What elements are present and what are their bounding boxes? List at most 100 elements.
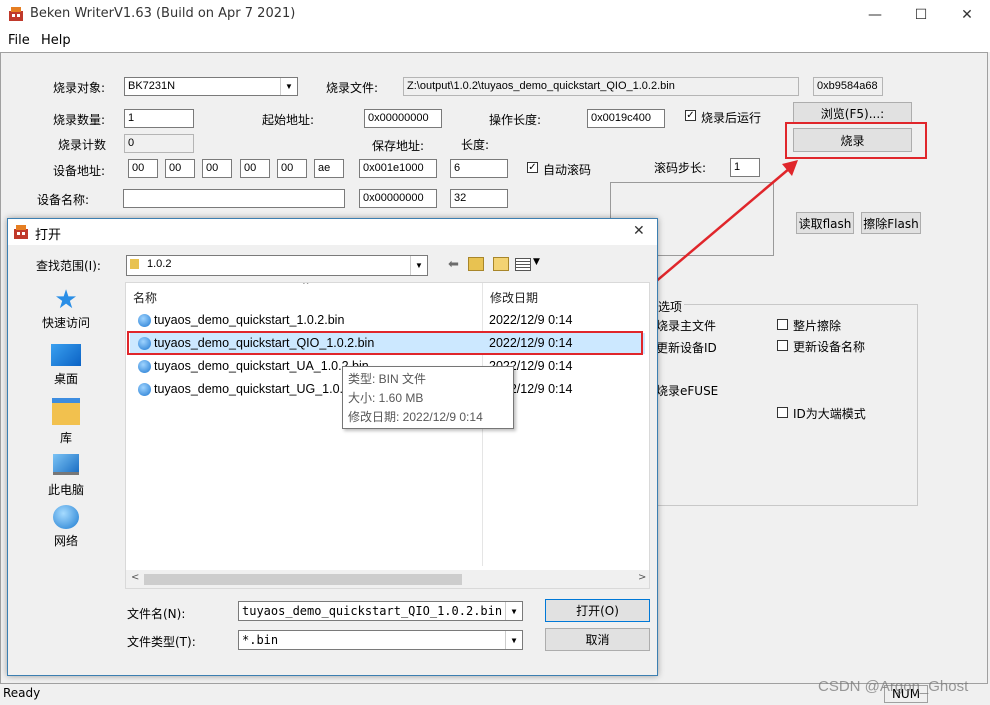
scrollbar-thumb[interactable]: [144, 574, 462, 585]
view-menu-icon[interactable]: [515, 258, 531, 271]
place-network[interactable]: 网络: [25, 503, 107, 549]
chevron-down-icon[interactable]: ▼: [533, 257, 540, 267]
star-icon: ★: [54, 285, 78, 315]
mac-byte-4[interactable]: 00: [240, 159, 270, 178]
run-after-label: 烧录后运行: [701, 111, 762, 125]
device-addr-input[interactable]: 0x001e1000: [359, 159, 437, 178]
dialog-close-icon[interactable]: ✕: [633, 223, 645, 239]
auto-roll-label: 自动滚码: [543, 163, 592, 177]
device-name-input[interactable]: [123, 189, 345, 208]
burn-count-label: 烧录计数: [58, 138, 107, 152]
window-title: Beken WriterV1.63 (Build on Apr 7 2021): [30, 6, 296, 21]
chevron-down-icon: ▼: [410, 256, 427, 275]
back-icon[interactable]: ⬅: [448, 257, 459, 272]
big-endian-label: ID为大端模式: [793, 407, 866, 421]
open-button[interactable]: 打开(O): [545, 599, 650, 622]
chevron-down-icon: ▼: [505, 631, 522, 649]
file-row[interactable]: tuyaos_demo_quickstart_1.0.2.bin 2022/12…: [130, 310, 645, 331]
run-after-checkbox[interactable]: ✓: [685, 110, 696, 121]
places-bar: ★ 快速访问 桌面 库 此电脑 网络: [25, 280, 107, 586]
mac-byte-5[interactable]: 00: [277, 159, 307, 178]
sort-up-icon: ^: [302, 282, 310, 291]
title-bar: Beken WriterV1.63 (Build on Apr 7 2021) …: [0, 0, 990, 30]
menu-help[interactable]: Help: [41, 33, 71, 48]
update-name-label: 更新设备名称: [793, 340, 866, 354]
cancel-button[interactable]: 取消: [545, 628, 650, 651]
mac-byte-6[interactable]: ae: [314, 159, 344, 178]
lookin-select[interactable]: 1.0.2 ▼: [126, 255, 428, 276]
file-label: 烧录文件:: [326, 81, 379, 95]
status-ready: Ready: [3, 686, 41, 700]
chevron-down-icon: ▼: [505, 602, 522, 620]
mac-byte-1[interactable]: 00: [128, 159, 158, 178]
file-list[interactable]: 名称 ^ 修改日期 tuyaos_demo_quickstart_1.0.2.b…: [125, 282, 650, 589]
big-endian-checkbox[interactable]: [777, 407, 788, 418]
filename-input[interactable]: tuyaos_demo_quickstart_QIO_1.0.2.bin ▼: [238, 601, 523, 621]
library-icon: [52, 398, 80, 425]
dialog-title-bar: 打开 ✕: [8, 219, 657, 245]
up-folder-icon[interactable]: [468, 257, 484, 271]
filetype-label: 文件类型(T):: [127, 635, 196, 649]
open-dialog: 打开 ✕ 查找范围(I): 1.0.2 ▼ ⬅ ▼ ★ 快速访问 桌面 库 此电…: [7, 218, 658, 676]
maximize-button[interactable]: ☐: [898, 0, 944, 30]
browse-button[interactable]: 浏览(F5)...:: [793, 102, 912, 124]
menu-file[interactable]: File: [8, 33, 30, 48]
selection-highlight-box: [127, 331, 643, 355]
start-addr-label: 起始地址:: [262, 113, 315, 127]
update-name-checkbox[interactable]: [777, 340, 788, 351]
place-library[interactable]: 库: [25, 395, 107, 446]
checksum-field: 0xb9584a68: [813, 77, 883, 96]
folder-icon: [130, 259, 139, 270]
scroll-left-icon[interactable]: <: [131, 572, 139, 583]
options-group: [652, 304, 918, 506]
name-len-input[interactable]: 32: [450, 189, 508, 208]
save-addr-label: 保存地址:: [372, 139, 425, 153]
col-name-header[interactable]: 名称: [133, 289, 157, 306]
length-label: 长度:: [461, 138, 490, 152]
computer-icon: [53, 454, 79, 475]
erase-flash-button[interactable]: 擦除Flash: [861, 212, 921, 234]
place-desktop[interactable]: 桌面: [25, 341, 107, 387]
new-folder-icon[interactable]: [493, 257, 509, 271]
watermark: CSDN @Argon_Ghost: [818, 678, 969, 695]
opt-update-id-label[interactable]: 更新设备ID: [656, 339, 717, 356]
desktop-icon: [51, 344, 81, 366]
burn-button[interactable]: 烧录: [793, 128, 912, 152]
dialog-title: 打开: [35, 228, 62, 243]
filetype-select[interactable]: *.bin ▼: [238, 630, 523, 650]
name-addr-input[interactable]: 0x00000000: [359, 189, 437, 208]
place-quick-access[interactable]: ★ 快速访问: [25, 286, 107, 331]
app-icon: [14, 225, 28, 239]
target-select[interactable]: BK7231N ▼: [124, 77, 298, 96]
app-icon: [9, 7, 23, 21]
burn-count-field: 0: [124, 134, 194, 153]
op-len-input[interactable]: 0x0019c400: [587, 109, 665, 128]
mac-byte-2[interactable]: 00: [165, 159, 195, 178]
start-addr-input[interactable]: 0x00000000: [364, 109, 442, 128]
device-name-label: 设备名称:: [37, 193, 90, 207]
mac-byte-3[interactable]: 00: [202, 159, 232, 178]
filename-label: 文件名(N):: [127, 607, 186, 621]
network-icon: [53, 505, 79, 529]
file-icon: [138, 360, 151, 373]
chevron-down-icon: ▼: [280, 78, 297, 95]
minimize-button[interactable]: —: [852, 0, 898, 30]
file-tooltip: 类型: BIN 文件 大小: 1.60 MB 修改日期: 2022/12/9 0…: [342, 366, 514, 429]
file-icon: [138, 314, 151, 327]
lookin-label: 查找范围(I):: [36, 259, 101, 273]
col-date-header[interactable]: 修改日期: [490, 289, 538, 306]
count-input[interactable]: 1: [124, 109, 194, 128]
device-len-input[interactable]: 6: [450, 159, 508, 178]
auto-roll-checkbox[interactable]: ✓: [527, 162, 538, 173]
op-len-label: 操作长度:: [489, 113, 542, 127]
place-this-pc[interactable]: 此电脑: [25, 449, 107, 498]
opt-efuse-label[interactable]: 烧录eFUSE: [656, 382, 718, 399]
file-path-field[interactable]: Z:\output\1.0.2\tuyaos_demo_quickstart_Q…: [403, 77, 799, 96]
device-addr-label: 设备地址:: [53, 164, 106, 178]
file-icon: [138, 383, 151, 396]
target-label: 烧录对象:: [53, 81, 106, 95]
close-button[interactable]: ✕: [944, 0, 990, 30]
count-label: 烧录数量:: [53, 113, 106, 127]
scroll-right-icon[interactable]: >: [638, 572, 646, 583]
horizontal-scrollbar[interactable]: < >: [126, 570, 649, 588]
